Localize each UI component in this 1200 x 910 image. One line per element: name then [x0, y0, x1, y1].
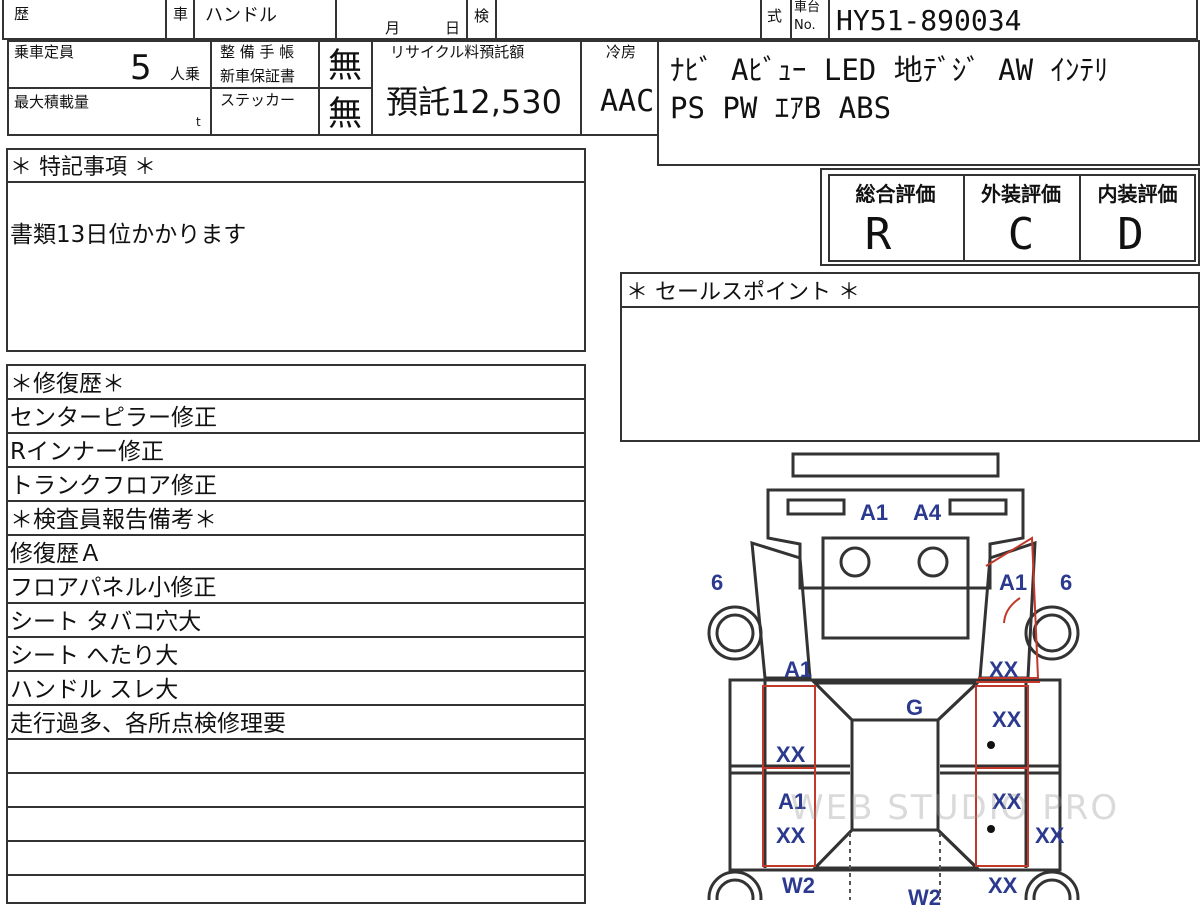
history-label: 歴	[14, 5, 30, 23]
history-row-divider	[6, 398, 586, 400]
maintenance-value: 無	[328, 46, 362, 86]
capacity-label: 乗車定員	[14, 43, 75, 61]
mark-left-w2: W2	[782, 873, 815, 898]
load-label: 最大積載量	[14, 93, 90, 111]
history-row-divider	[6, 636, 586, 638]
history-row-divider	[6, 840, 586, 842]
history-row-divider	[6, 670, 586, 672]
inspector-item-2: フロアパネル小修正	[10, 575, 217, 601]
interior-grade-value: D	[1117, 209, 1144, 260]
mark-right-xx-top: XX	[989, 657, 1019, 682]
history-row-divider	[6, 602, 586, 604]
chassis-label-no: No.	[794, 18, 816, 33]
recycle-value: 預託12,530	[386, 83, 562, 121]
history-row-divider	[6, 568, 586, 570]
watermark: WEB STUDIO PRO	[790, 788, 1120, 828]
cooler-value: AAC	[600, 84, 655, 119]
inspector-item-5: ハンドル スレ大	[10, 677, 179, 703]
mark-right-front-6: 6	[1060, 570, 1073, 595]
chassis-number: HY51-890034	[836, 4, 1022, 37]
maintenance-label-1: 整 備 手 帳	[220, 43, 295, 61]
sticker-label: ステッカー	[220, 91, 296, 109]
inspector-item-1: 修復歴Ａ	[10, 541, 102, 567]
sales-point-title: ＊ セールスポイント ＊	[626, 280, 860, 305]
history-row-divider	[6, 500, 586, 502]
exterior-grade-label: 外装評価	[981, 182, 1061, 206]
chassis-label-top: 車台	[794, 0, 821, 15]
month-label: 月	[385, 19, 401, 37]
equipment-line-2: PS PW ｴｱB ABS	[670, 91, 892, 125]
model-label: 式	[767, 7, 783, 25]
mark-right-xx-2: XX	[992, 707, 1022, 732]
capacity-value: 5	[130, 48, 152, 88]
mark-right-xx-bottom: XX	[988, 873, 1018, 898]
handle-label: ハンドル	[205, 5, 277, 26]
repair-item-2: Rインナー修正	[10, 439, 164, 465]
history-row-divider	[6, 704, 586, 706]
history-row-divider	[6, 738, 586, 740]
mark-front-a4: A4	[913, 500, 942, 525]
mark-right-front-a1: A1	[999, 570, 1028, 595]
repair-history-title: ＊修復歴＊	[10, 371, 125, 397]
history-row-divider	[6, 772, 586, 774]
front-bumper	[791, 452, 1000, 478]
history-row-divider	[6, 466, 586, 468]
inspector-item-6: 走行過多、各所点検修理要	[10, 711, 286, 737]
history-row-divider	[6, 806, 586, 808]
inspector-item-4: シート へたり大	[10, 643, 179, 669]
maintenance-label-2: 新車保証書	[220, 67, 296, 85]
mark-left-front-6: 6	[711, 570, 724, 595]
special-notes-text: 書類13日位かかります	[10, 222, 247, 248]
capacity-unit: 人乗	[170, 65, 201, 83]
inspector-item-3: シート タバコ穴大	[10, 609, 202, 635]
history-row-divider	[6, 874, 586, 876]
overall-grade-value: R	[864, 209, 892, 260]
cooler-label: 冷房	[606, 43, 637, 61]
inspector-title: ＊検査員報告備考＊	[10, 507, 217, 533]
exterior-grade-value: C	[1007, 209, 1035, 260]
mark-roof-g: G	[906, 695, 924, 720]
recycle-label: リサイクル料預託額	[390, 43, 525, 61]
history-row-divider	[6, 432, 586, 434]
mark-left-a1: A1	[784, 657, 813, 682]
mark-front-a1: A1	[860, 500, 889, 525]
day-label: 日	[445, 19, 461, 37]
interior-grade-label: 内装評価	[1097, 182, 1178, 206]
car-label: 車	[173, 5, 189, 23]
equipment-line-1: ﾅﾋﾞ Aﾋﾞｭｰ LED 地ﾃﾞｼﾞ AW ｲﾝﾃﾘ	[670, 53, 1109, 87]
overall-grade-label: 総合評価	[855, 182, 936, 206]
inspection-label: 検	[474, 7, 490, 25]
special-notes-title: ＊ 特記事項 ＊	[10, 155, 156, 180]
mark-left-xx-1: XX	[776, 742, 806, 767]
mark-rear-w2: W2	[908, 885, 941, 910]
history-row-divider	[6, 534, 586, 536]
load-unit: t	[196, 115, 201, 129]
repair-item-3: トランクフロア修正	[10, 473, 217, 499]
repair-item-1: センターピラー修正	[10, 405, 217, 431]
sticker-value: 無	[328, 94, 362, 134]
